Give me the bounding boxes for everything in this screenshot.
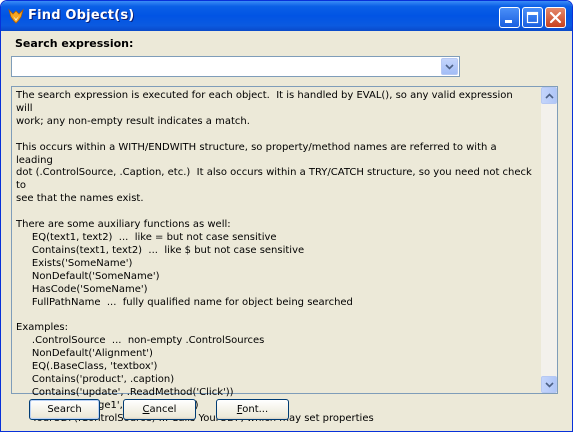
cancel-button-hotkey: C: [142, 404, 150, 415]
find-objects-dialog: Find Object(s) Search expression: The se…: [0, 0, 573, 432]
close-icon: [549, 11, 562, 24]
dialog-body: Search expression: The search expression…: [5, 31, 568, 427]
chevron-down-icon: [545, 382, 554, 388]
minimize-icon: [505, 20, 512, 23]
search-button-label: Search: [47, 404, 82, 415]
font-button-label: ont...: [242, 404, 269, 415]
combobox-dropdown-button[interactable]: [441, 58, 458, 75]
window-title: Find Object(s): [28, 8, 135, 23]
font-button[interactable]: Font...: [216, 399, 289, 420]
search-expression-label: Search expression:: [15, 37, 134, 50]
maximize-icon: [526, 11, 539, 24]
title-bar[interactable]: Find Object(s): [1, 1, 572, 31]
cancel-button-label: ancel: [149, 404, 177, 415]
scroll-down-button[interactable]: [541, 376, 557, 393]
fox-app-icon: [7, 7, 25, 25]
help-text-panel[interactable]: The search expression is executed for ea…: [11, 86, 558, 424]
cancel-button[interactable]: Cancel: [123, 399, 196, 420]
help-text: The search expression is executed for ea…: [16, 90, 532, 424]
search-expression-combobox[interactable]: [11, 56, 460, 77]
vertical-scrollbar[interactable]: [541, 87, 557, 393]
scroll-up-button[interactable]: [541, 87, 557, 104]
chevron-up-icon: [545, 93, 554, 99]
chevron-down-icon: [445, 64, 454, 70]
maximize-button[interactable]: [522, 7, 543, 28]
close-button[interactable]: [545, 7, 566, 28]
minimize-button[interactable]: [499, 7, 520, 28]
search-button[interactable]: Search: [29, 399, 100, 420]
